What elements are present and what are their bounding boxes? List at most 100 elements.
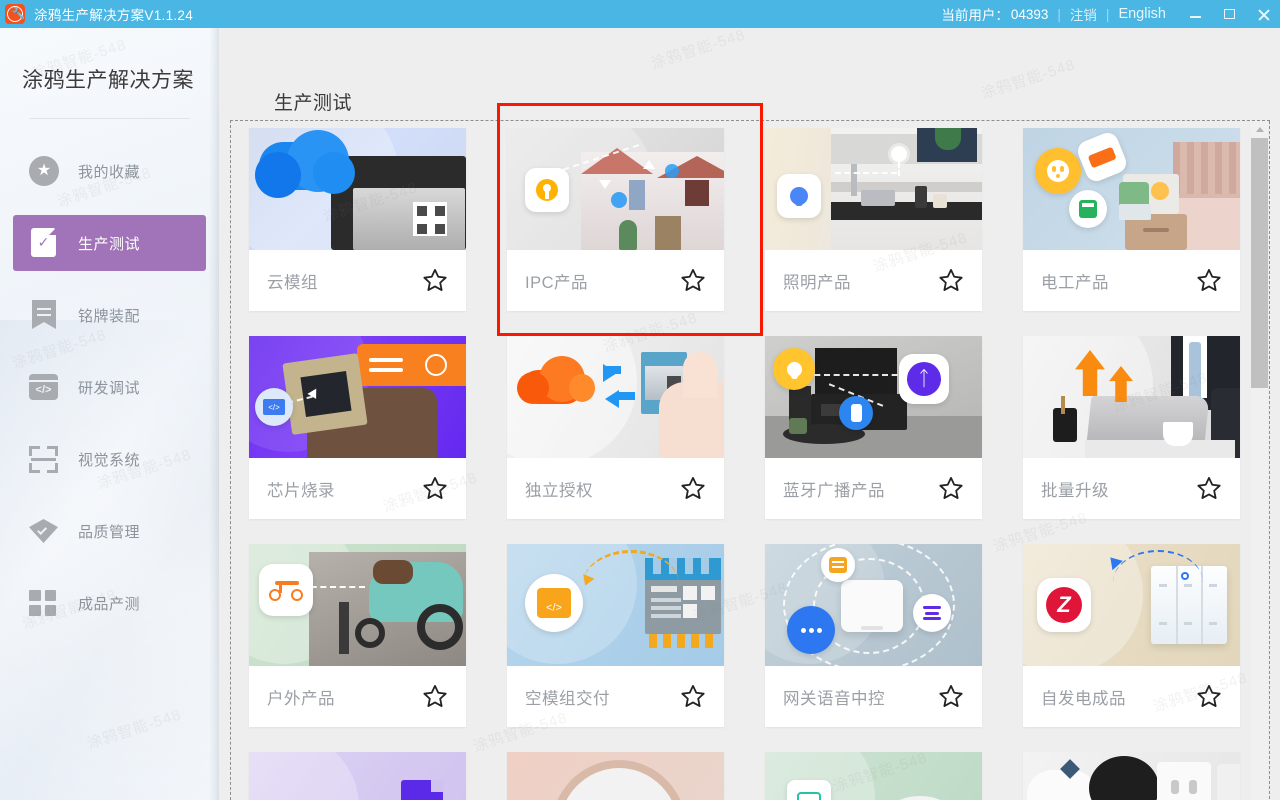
sidebar-item-label: 成品产测: [78, 595, 141, 613]
card-chip-burning[interactable]: </> 芯片烧录: [249, 336, 466, 519]
card-batch-upgrade[interactable]: 批量升级: [1023, 336, 1240, 519]
voice-wave-badge-icon: [913, 594, 951, 632]
switch-badge-icon: [1069, 190, 1107, 228]
card-self-powered-product[interactable]: Z 自发电成品: [1023, 544, 1240, 727]
card-outdoor-product[interactable]: 户外产品: [249, 544, 466, 727]
close-button[interactable]: [1246, 0, 1280, 28]
card-footer: 电工产品: [1023, 250, 1240, 311]
page-title: 生产测试: [274, 93, 353, 114]
frame-right-edge: [1269, 121, 1270, 800]
code-badge-icon: </>: [525, 574, 583, 632]
card-label: 批量升级: [1041, 481, 1109, 500]
sidebar-item-favorites[interactable]: ★ 我的收藏: [13, 143, 206, 199]
bulb-yellow-badge-icon: [773, 348, 815, 390]
card-partial-green-sensor[interactable]: +: [765, 752, 982, 800]
card-footer: 自发电成品: [1023, 666, 1240, 727]
logout-link[interactable]: 注销: [1070, 4, 1097, 24]
bulb-badge-icon: [777, 174, 821, 218]
card-standalone-authorization[interactable]: 独立授权: [507, 336, 724, 519]
zigbee-badge-icon: Z: [1037, 578, 1091, 632]
socket-badge-icon: [1035, 148, 1081, 194]
code-window-glyph: </>: [29, 374, 58, 400]
powerstrip-badge-icon: [1074, 129, 1130, 185]
card-empty-module-delivery[interactable]: </> 空模组交付: [507, 544, 724, 727]
star-circle-glyph: ★: [29, 156, 59, 186]
favorite-star-icon[interactable]: [421, 267, 449, 294]
title-bar: 🔧 涂鸦生产解决方案V1.1.24 当前用户： 04393 | 注销 | Eng…: [0, 0, 1280, 28]
sidebar-title: 涂鸦生产解决方案: [22, 69, 194, 92]
favorite-star-icon[interactable]: [679, 267, 707, 294]
card-footer: 芯片烧录: [249, 458, 466, 519]
card-grid-frame: 云模组 IPC产品 照明产品 电工产品 </> 芯片烧录 独立授权 ᛏ 蓝牙广播…: [230, 120, 1270, 800]
scan-frame-glyph: [29, 446, 58, 473]
sidebar: 涂鸦智能-548 涂鸦智能-548 涂鸦智能-548 涂鸦智能-548 涂鸦智能…: [0, 28, 219, 800]
favorite-star-icon[interactable]: [937, 683, 965, 710]
card-footer: IPC产品: [507, 250, 724, 311]
sidebar-item-label: 视觉系统: [78, 451, 141, 469]
sidebar-item-finished-product-test[interactable]: 成品产测: [13, 575, 206, 631]
maximize-button[interactable]: [1212, 0, 1246, 28]
card-label: 云模组: [267, 273, 318, 292]
card-partial-pink-mirror[interactable]: [507, 752, 724, 800]
scan-frame-icon: [29, 444, 59, 474]
card-thumbnail: [1023, 336, 1240, 458]
card-lighting-product[interactable]: 照明产品: [765, 128, 982, 311]
bookmark-glyph: [32, 300, 56, 329]
current-user-label: 当前用户：: [941, 8, 1009, 23]
sidebar-item-label: 我的收藏: [78, 163, 141, 181]
favorite-star-icon[interactable]: [679, 683, 707, 710]
sidebar-nav-list: ★ 我的收藏 ✓ 生产测试 铭牌装配 </> 研发调试 视觉系统 品质管理 成品…: [0, 143, 219, 631]
sidebar-item-label: 铭牌装配: [78, 307, 141, 325]
card-thumbnail: </>: [507, 544, 724, 666]
favorite-star-icon[interactable]: [937, 475, 965, 502]
card-thumbnail: [1023, 752, 1240, 800]
favorite-star-icon[interactable]: [679, 475, 707, 502]
shield-check-glyph: [29, 519, 58, 543]
favorite-star-icon[interactable]: [1195, 267, 1223, 294]
sidebar-item-label: 品质管理: [78, 523, 141, 541]
scroll-thumb[interactable]: [1251, 138, 1268, 388]
camera-badge-icon: [525, 168, 569, 212]
remote-badge-icon: [839, 396, 873, 430]
code-window-icon: </>: [29, 372, 59, 402]
card-thumbnail: [507, 752, 724, 800]
card-thumbnail: [249, 544, 466, 666]
card-thumbnail: [765, 544, 982, 666]
separator: |: [1105, 6, 1110, 22]
card-label: 芯片烧录: [267, 481, 335, 500]
minimize-button[interactable]: [1178, 0, 1212, 28]
favorite-star-icon[interactable]: [421, 475, 449, 502]
card-footer: 照明产品: [765, 250, 982, 311]
card-label: 蓝牙广播产品: [783, 481, 885, 500]
favorite-star-icon[interactable]: [1195, 683, 1223, 710]
card-label: 独立授权: [525, 481, 593, 500]
card-label: 网关语音中控: [783, 689, 885, 708]
card-label: 自发电成品: [1041, 689, 1126, 708]
sidebar-item-quality-management[interactable]: 品质管理: [13, 503, 206, 559]
star-circle-icon: ★: [29, 156, 59, 186]
sidebar-item-production-test[interactable]: ✓ 生产测试: [13, 215, 206, 271]
sidebar-divider: [30, 118, 190, 119]
card-cloud-module[interactable]: 云模组: [249, 128, 466, 311]
sidebar-item-rnd-debug[interactable]: </> 研发调试: [13, 359, 206, 415]
card-label: 照明产品: [783, 273, 851, 292]
sidebar-item-nameplate-assembly[interactable]: 铭牌装配: [13, 287, 206, 343]
app-title: 涂鸦生产解决方案V1.1.24: [34, 8, 194, 23]
favorite-star-icon[interactable]: [937, 267, 965, 294]
card-bluetooth-broadcast[interactable]: ᛏ 蓝牙广播产品: [765, 336, 982, 519]
card-gateway-voice-control[interactable]: 网关语音中控: [765, 544, 982, 727]
favorite-star-icon[interactable]: [1195, 475, 1223, 502]
card-thumbnail: [765, 128, 982, 250]
vertical-scrollbar[interactable]: [1251, 121, 1268, 800]
card-footer: 独立授权: [507, 458, 724, 519]
language-link[interactable]: English: [1118, 6, 1166, 22]
sidebar-item-vision-system[interactable]: 视觉系统: [13, 431, 206, 487]
wrench-glyph: 🔧: [11, 7, 26, 20]
card-ipc-product[interactable]: IPC产品: [507, 128, 724, 311]
card-partial-purple-doc[interactable]: [249, 752, 466, 800]
favorite-star-icon[interactable]: [421, 683, 449, 710]
card-partial-white-sockets[interactable]: [1023, 752, 1240, 800]
scroll-up-arrow-icon[interactable]: [1251, 121, 1268, 138]
card-electrical-product[interactable]: 电工产品: [1023, 128, 1240, 311]
sidebar-item-label: 研发调试: [78, 379, 141, 397]
